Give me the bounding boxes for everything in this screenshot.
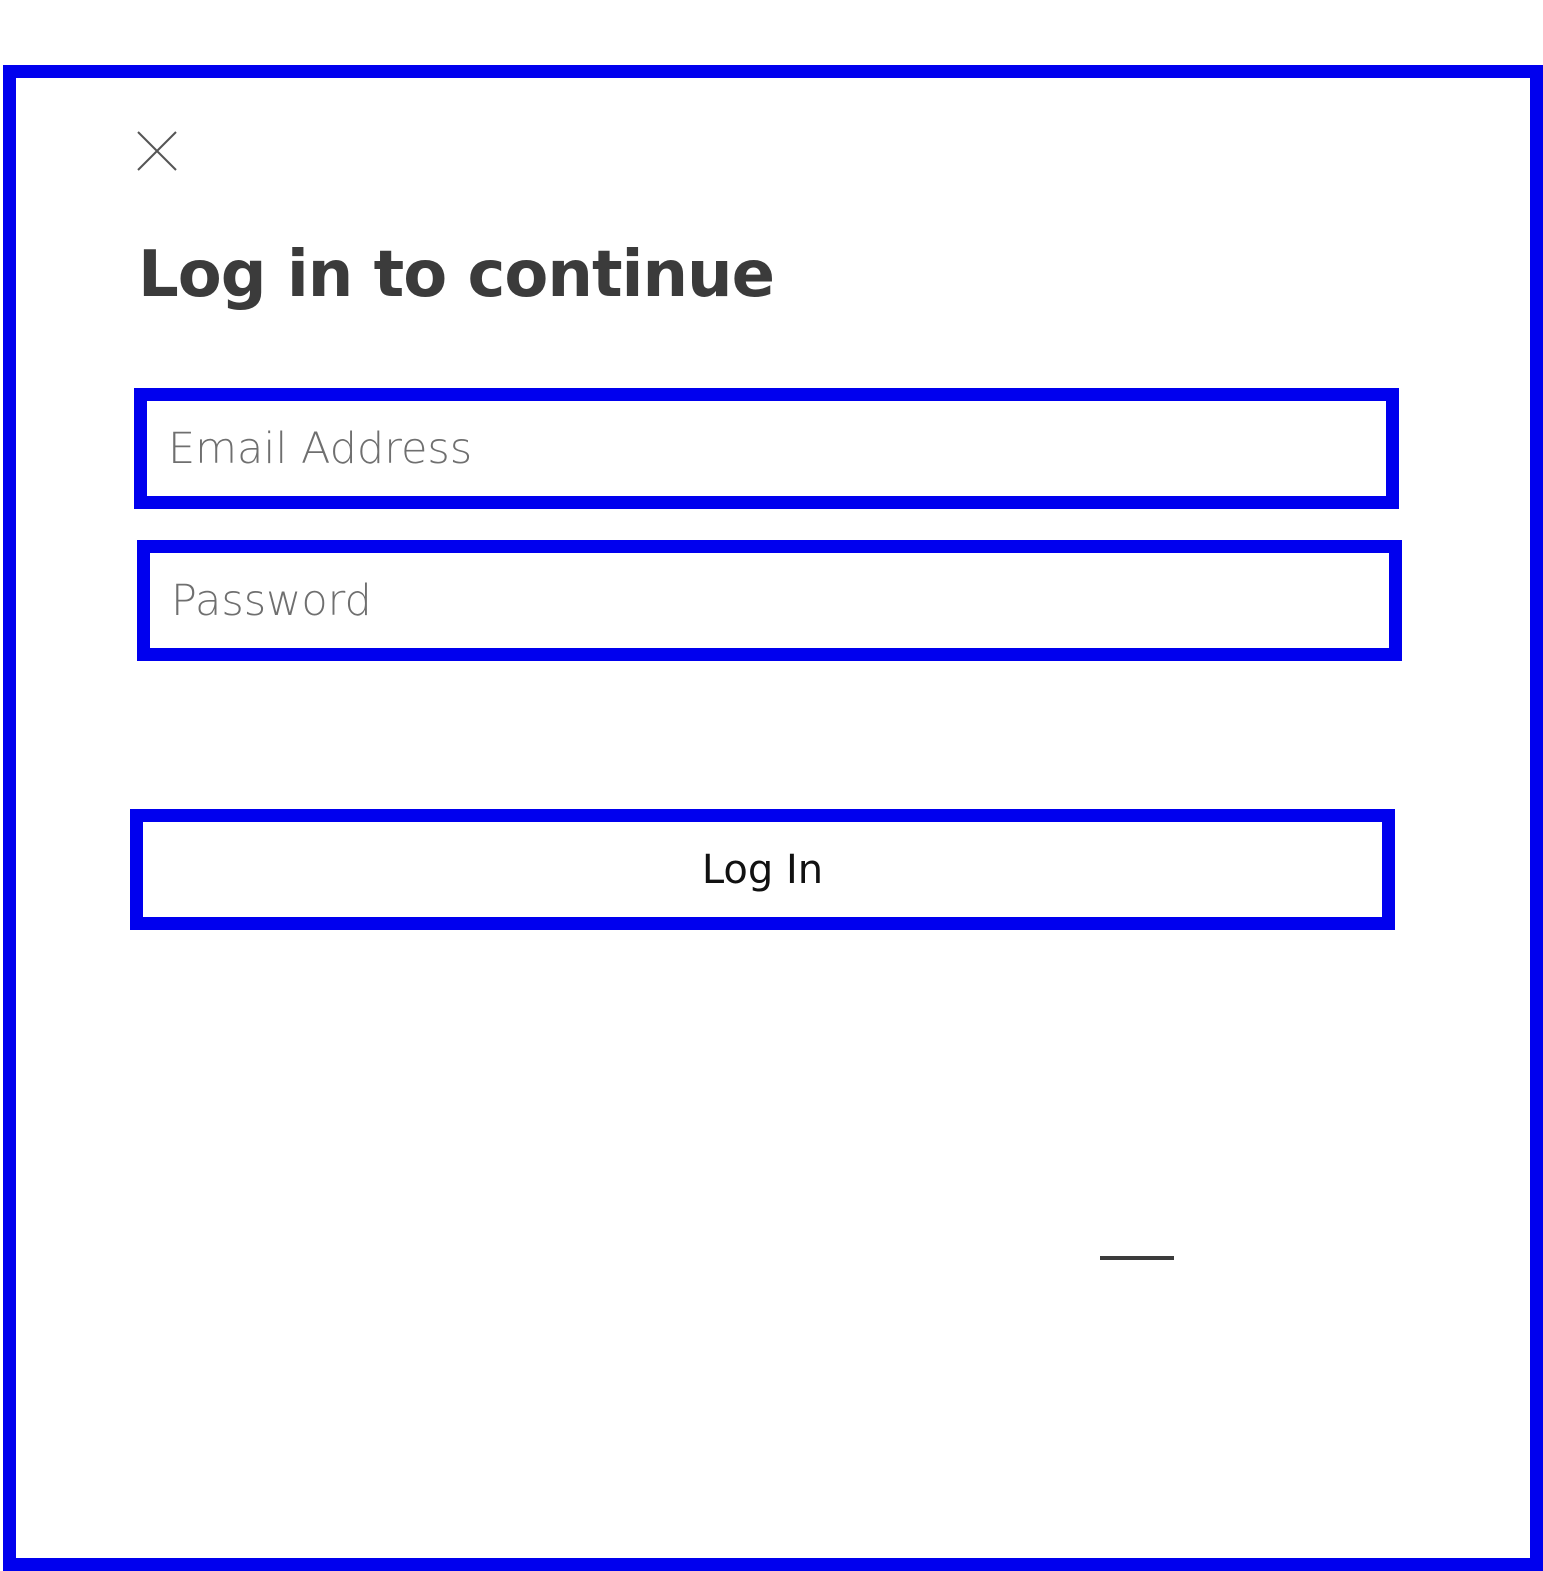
password-field[interactable]: [137, 540, 1402, 661]
page-title: Log in to continue: [138, 238, 775, 312]
close-button[interactable]: [134, 128, 180, 174]
divider-dash: [1100, 1256, 1174, 1260]
email-field[interactable]: [134, 388, 1399, 509]
login-button[interactable]: Log In: [130, 809, 1395, 930]
close-icon: [137, 131, 177, 171]
